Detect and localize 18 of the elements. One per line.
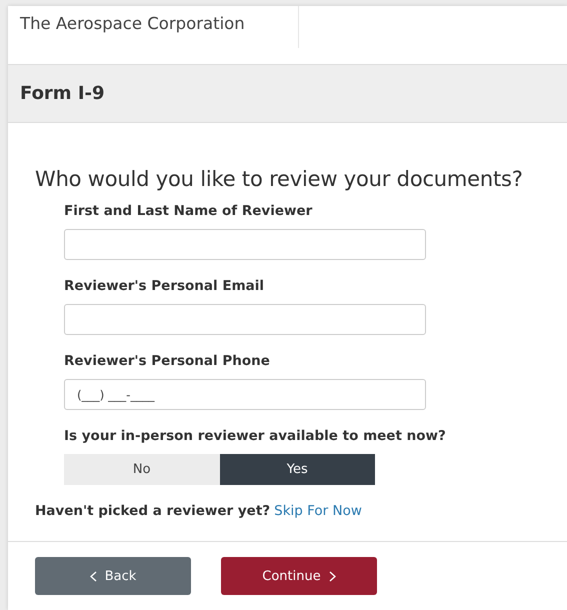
skip-link[interactable]: Skip For Now [274, 503, 362, 519]
question-heading: Who would you like to review your documents? [35, 167, 524, 191]
input-field[interactable] [64, 229, 426, 260]
toggle-option[interactable]: Yes [220, 454, 375, 485]
chevron-right-icon [328, 570, 336, 582]
toggle-option[interactable]: No [64, 454, 220, 485]
field-label: Reviewer's Personal Email [64, 278, 266, 294]
continue-button[interactable]: Continue [221, 557, 377, 595]
back-button[interactable]: Back [35, 557, 191, 595]
chevron-left-icon [90, 570, 97, 582]
company-name: The Aerospace Corporation [20, 14, 245, 33]
input-field[interactable] [64, 304, 426, 335]
input-field[interactable]: (___) ___-____ [64, 379, 426, 410]
field-label: Reviewer's Personal Phone [64, 353, 271, 369]
skip-prompt: Haven't picked a reviewer yet? [35, 503, 270, 519]
form-title: Form I-9 [20, 83, 105, 104]
field-label: First and Last Name of Reviewer [64, 203, 314, 219]
question-label: Is your in-person reviewer available to meet now? [64, 428, 447, 444]
